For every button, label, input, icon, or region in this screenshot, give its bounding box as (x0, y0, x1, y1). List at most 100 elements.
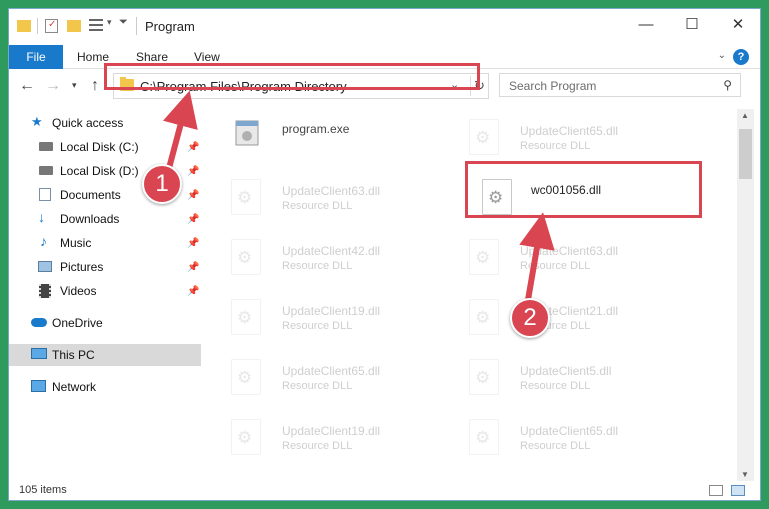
pictures-icon (38, 261, 52, 272)
tab-share[interactable]: Share (136, 50, 168, 64)
dll-gear-icon: ⚙ (231, 179, 261, 215)
music-note-icon: ♪ (40, 233, 47, 249)
sidebar-item-label: Downloads (60, 212, 120, 226)
file-name: UpdateClient63.dll (282, 184, 381, 198)
sidebar-item-videos[interactable]: Videos 📌 (9, 280, 201, 302)
file-type: Resource DLL (282, 440, 353, 452)
dll-gear-icon: ⚙ (469, 239, 499, 275)
details-view-icon[interactable] (709, 485, 723, 496)
download-arrow-icon: ↓ (38, 209, 45, 225)
dll-gear-icon: ⚙ (469, 359, 499, 395)
new-folder-icon[interactable] (67, 20, 81, 32)
star-icon: ★ (31, 114, 43, 129)
file-name: UpdateClient19.dll (282, 304, 381, 318)
title-bar: ✓ ▾ ⏷ Program — ☐ ✕ (9, 9, 760, 43)
file-item[interactable]: ⚙ UpdateClient21.dll Resource DLL (447, 293, 677, 341)
divider (37, 18, 38, 34)
status-bar: 105 items (9, 481, 760, 500)
file-item[interactable]: ⚙ UpdateClient5.dll Resource DLL (447, 353, 677, 401)
address-bar-highlight (104, 63, 480, 90)
pin-icon[interactable]: 📌 (187, 286, 199, 297)
search-icon[interactable]: ⚲ (723, 78, 732, 92)
sidebar-item-label: Videos (60, 284, 97, 298)
pin-icon[interactable]: 📌 (187, 214, 199, 225)
maximize-button[interactable]: ☐ (669, 9, 715, 39)
tab-view[interactable]: View (194, 50, 220, 64)
pin-icon[interactable]: 📌 (187, 142, 199, 153)
sidebar-item-label: OneDrive (52, 316, 103, 330)
file-type: Resource DLL (282, 380, 353, 392)
recent-locations-chevron-icon[interactable]: ▾ (72, 80, 77, 91)
folder-icon[interactable] (17, 20, 31, 32)
vertical-scrollbar[interactable]: ▲ ▼ (737, 109, 754, 481)
file-name: UpdateClient65.dll (520, 124, 619, 138)
exe-icon (235, 120, 259, 146)
dll-gear-icon: ⚙ (231, 359, 261, 395)
large-icons-view-icon[interactable] (731, 485, 745, 496)
step-2-badge: 2 (510, 298, 550, 338)
dll-gear-icon: ⚙ (469, 299, 499, 335)
tab-home[interactable]: Home (77, 50, 109, 64)
sidebar-item-pictures[interactable]: Pictures 📌 (9, 256, 201, 278)
monitor-icon (31, 348, 47, 359)
pin-icon[interactable]: 📌 (187, 166, 199, 177)
sidebar-item-label: Music (60, 236, 92, 250)
file-item[interactable]: program.exe (209, 113, 439, 161)
cloud-icon (31, 318, 47, 327)
sidebar-item-quick-access[interactable]: ★ Quick access (9, 112, 201, 134)
drive-icon (39, 166, 53, 175)
sidebar-item-network[interactable]: Network (9, 376, 201, 398)
help-icon[interactable]: ? (733, 49, 749, 65)
file-item[interactable]: ⚙ UpdateClient65.dll Resource DLL (447, 113, 677, 161)
file-name: UpdateClient63.dll (520, 244, 619, 258)
sidebar-item-music[interactable]: ♪ Music 📌 (9, 232, 201, 254)
window-title: Program (145, 19, 195, 34)
dll-gear-icon: ⚙ (231, 299, 261, 335)
back-arrow-icon[interactable]: ← (19, 77, 35, 95)
expand-ribbon-icon[interactable]: ⌄ (718, 50, 726, 61)
file-item[interactable]: ⚙ UpdateClient63.dll Resource DLL (447, 233, 677, 281)
sidebar-item-label: This PC (52, 348, 95, 362)
customize-icon[interactable] (89, 19, 103, 31)
file-type: Resource DLL (282, 200, 353, 212)
sidebar-item-label: Local Disk (D:) (60, 164, 139, 178)
dll-gear-icon: ⚙ (469, 119, 499, 155)
search-input[interactable]: Search Program ⚲ (499, 73, 741, 97)
quick-access-toolbar-dropdown-icon[interactable]: ⏷ (119, 16, 128, 32)
file-item[interactable]: ⚙ UpdateClient19.dll Resource DLL (209, 413, 439, 461)
scroll-up-icon[interactable]: ▲ (741, 111, 749, 120)
file-item[interactable]: ⚙ UpdateClient65.dll Resource DLL (209, 353, 439, 401)
item-count: 105 items (19, 484, 67, 496)
file-name: UpdateClient42.dll (282, 244, 381, 258)
dll-gear-icon: ⚙ (231, 419, 261, 455)
pin-icon[interactable]: 📌 (187, 238, 199, 249)
sidebar-item-local-disk-c[interactable]: Local Disk (C:) 📌 (9, 136, 201, 158)
file-highlight (465, 161, 702, 218)
file-item[interactable]: ⚙ UpdateClient65.dll Resource DLL (447, 413, 677, 461)
file-type: Resource DLL (520, 440, 591, 452)
forward-arrow-icon[interactable]: → (45, 77, 61, 95)
file-name: program.exe (282, 122, 350, 136)
close-button[interactable]: ✕ (715, 9, 760, 39)
sidebar-item-label: Local Disk (C:) (60, 140, 139, 154)
file-item[interactable]: ⚙ UpdateClient63.dll Resource DLL (209, 173, 439, 221)
scroll-thumb[interactable] (739, 129, 752, 179)
sidebar-item-this-pc[interactable]: This PC (9, 344, 201, 366)
scroll-down-icon[interactable]: ▼ (741, 470, 749, 479)
dll-gear-icon: ⚙ (231, 239, 261, 275)
file-name: UpdateClient65.dll (282, 364, 381, 378)
pin-icon[interactable]: 📌 (187, 262, 199, 273)
file-type: Resource DLL (520, 140, 591, 152)
properties-icon[interactable]: ✓ (45, 19, 58, 33)
tab-file[interactable]: File (9, 45, 63, 69)
title-divider (136, 17, 137, 35)
minimize-button[interactable]: — (623, 9, 669, 39)
sidebar-item-onedrive[interactable]: OneDrive (9, 312, 201, 334)
file-item[interactable]: ⚙ UpdateClient19.dll Resource DLL (209, 293, 439, 341)
sidebar-item-downloads[interactable]: ↓ Downloads 📌 (9, 208, 201, 230)
file-item[interactable]: ⚙ UpdateClient42.dll Resource DLL (209, 233, 439, 281)
up-arrow-icon[interactable]: ↑ (91, 77, 99, 95)
pin-icon[interactable]: 📌 (187, 190, 199, 201)
chevron-down-icon[interactable]: ▾ (107, 17, 112, 33)
file-name: UpdateClient65.dll (520, 424, 619, 438)
